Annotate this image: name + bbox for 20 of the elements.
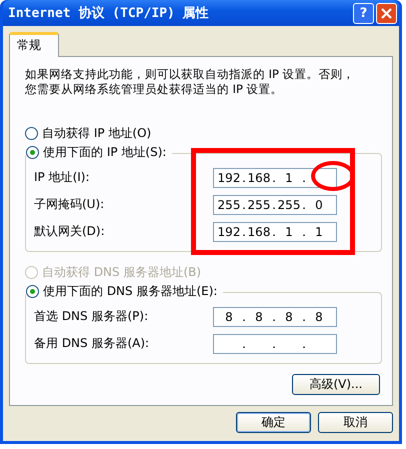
close-button[interactable] <box>376 2 397 24</box>
ip-address-field[interactable]: 192.168. 1 . <box>213 168 337 188</box>
field-label: 备用 DNS 服务器(A): <box>34 335 150 352</box>
ip-address-field[interactable]: 255.255.255. 0 <box>213 194 337 214</box>
description-text: 如果网络支持此功能，则可以获取自动指派的 IP 设置。否则，您需要从网络系统管理员处获得适当的 IP 设置。 <box>25 67 356 97</box>
field-label: 首选 DNS 服务器(P): <box>34 308 148 325</box>
field-label: 子网掩码(U): <box>34 196 104 213</box>
field-label: IP 地址(I): <box>34 169 90 186</box>
advanced-button[interactable]: 高级(V)... <box>292 374 380 395</box>
radio-option[interactable]: 自动获得 IP 地址(O) <box>25 123 152 143</box>
ip-address-field[interactable]: 8 . 8 . 8 . 8 <box>213 306 337 326</box>
ip-address-field[interactable]: 192.168. 1 . 1 <box>213 222 337 242</box>
field-label: 默认网关(D): <box>34 223 105 240</box>
tab[interactable]: 常规 <box>9 32 59 57</box>
dialog-button[interactable]: 取消 <box>318 412 393 433</box>
close-icon <box>381 8 392 18</box>
ip-address-field[interactable]: . . . <box>213 334 337 354</box>
dialog-button[interactable]: 确定 <box>236 412 311 433</box>
help-button[interactable]: ? <box>353 2 374 24</box>
window-title: Internet 协议 (TCP/IP) 属性 <box>8 4 210 22</box>
